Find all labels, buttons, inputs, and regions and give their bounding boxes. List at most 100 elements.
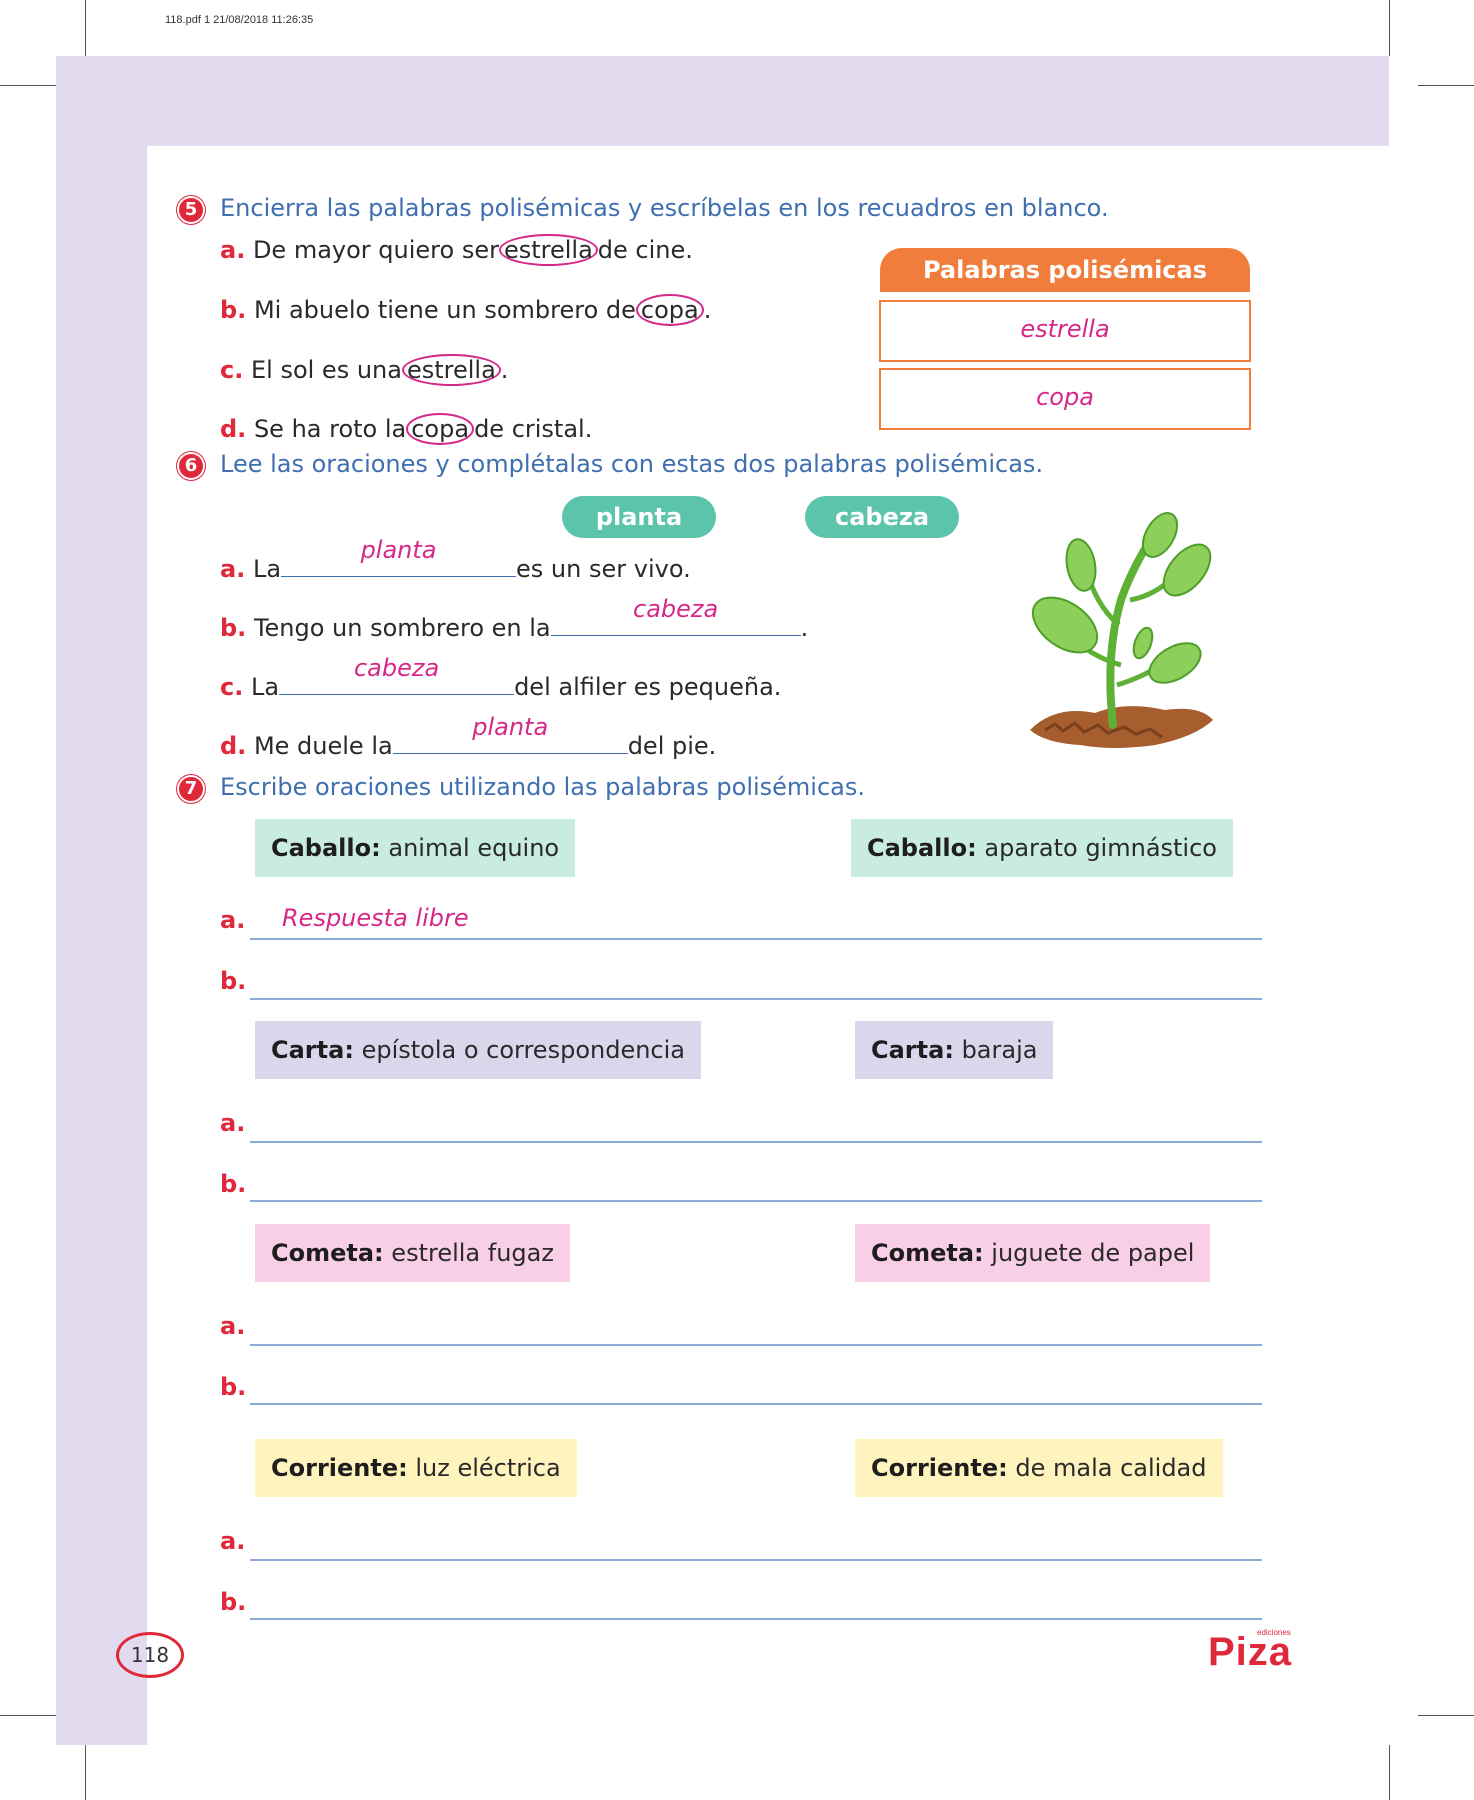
- term: Carta:: [271, 1036, 354, 1064]
- crop-mark: [85, 0, 86, 56]
- header-band: [56, 56, 1389, 146]
- definition-box-right: Carta: baraja: [855, 1021, 1054, 1079]
- crop-mark: [1418, 85, 1474, 86]
- term: Carta:: [871, 1036, 954, 1064]
- term: Caballo:: [867, 834, 977, 862]
- sentence-end: es un ser vivo.: [516, 555, 691, 583]
- item-label: a.: [220, 555, 246, 583]
- word-chip-planta: planta: [562, 496, 716, 538]
- q5-item-c: c. El sol es una estrella.: [220, 354, 509, 386]
- q6-item-c: c. La cabeza del alfiler es pequeña.: [220, 654, 782, 701]
- question-number-7: 7: [179, 777, 203, 801]
- sentence-end: .: [703, 296, 712, 324]
- definition: baraja: [961, 1036, 1038, 1064]
- question-number-6: 6: [179, 454, 203, 478]
- crop-mark: [0, 1715, 56, 1716]
- definition: animal equino: [388, 834, 560, 862]
- line-label: a.: [220, 906, 246, 934]
- publisher-logo: Piza: [1208, 1630, 1293, 1674]
- sentence-start: La: [250, 673, 280, 701]
- line-label: b.: [220, 1170, 247, 1198]
- sentence-end: de cristal.: [474, 415, 593, 443]
- line-label: b.: [220, 967, 247, 995]
- sentence-start: Tengo un sombrero en la: [253, 614, 551, 642]
- definition-box-left: Cometa: estrella fugaz: [255, 1224, 570, 1282]
- item-label: b.: [220, 296, 247, 324]
- circled-word: copa: [635, 294, 704, 326]
- sentence-end: .: [500, 356, 509, 384]
- writing-line[interactable]: [250, 1198, 1262, 1202]
- answer-blank[interactable]: planta: [392, 713, 628, 754]
- term: Corriente:: [271, 1454, 408, 1482]
- circled-word: copa: [406, 413, 475, 445]
- answer-blank[interactable]: cabeza: [550, 595, 801, 636]
- line-label: a.: [220, 1312, 246, 1340]
- sentence-end: .: [800, 614, 809, 642]
- definition-box-left: Carta: epístola o correspondencia: [255, 1021, 701, 1079]
- writing-line[interactable]: [250, 1616, 1262, 1620]
- answer-text: cabeza: [633, 595, 719, 623]
- definition: juguete de papel: [991, 1239, 1195, 1267]
- answer-text: cabeza: [353, 654, 440, 682]
- sample-answer: Respuesta libre: [282, 904, 469, 932]
- item-label: a.: [220, 236, 246, 264]
- writing-line[interactable]: [250, 996, 1262, 1000]
- term: Caballo:: [271, 834, 381, 862]
- definition: epístola o correspondencia: [361, 1036, 685, 1064]
- answer-text: planta: [472, 713, 549, 741]
- definition: estrella fugaz: [391, 1239, 554, 1267]
- definition: luz eléctrica: [415, 1454, 561, 1482]
- definition-box-right: Caballo: aparato gimnástico: [851, 819, 1233, 877]
- q5-instruction: Encierra las palabras polisémicas y escr…: [220, 194, 1109, 222]
- definition-box-right: Cometa: juguete de papel: [855, 1224, 1211, 1282]
- sentence-end: del alfiler es pequeña.: [514, 673, 782, 701]
- line-label: a.: [220, 1527, 246, 1555]
- word-chip-cabeza: cabeza: [805, 496, 959, 538]
- question-number-5: 5: [179, 198, 203, 222]
- sentence-start: Me duele la: [253, 732, 393, 760]
- item-label: c.: [220, 673, 244, 701]
- sentence-end: del pie.: [627, 732, 717, 760]
- q7-instruction: Escribe oraciones utilizando las palabra…: [220, 773, 865, 801]
- line-label: b.: [220, 1588, 247, 1616]
- writing-line[interactable]: [250, 936, 1262, 940]
- pdf-stamp: 118.pdf 1 21/08/2018 11:26:35: [165, 14, 314, 26]
- answer-blank[interactable]: cabeza: [279, 654, 515, 695]
- q5-item-d: d. Se ha roto la copa de cristal.: [220, 413, 593, 445]
- sentence-start: Se ha roto la: [253, 415, 407, 443]
- side-band: [56, 56, 147, 1745]
- answer-blank[interactable]: planta: [281, 536, 517, 577]
- answer-text: planta: [360, 536, 437, 564]
- line-label: b.: [220, 1373, 247, 1401]
- leaf: [1148, 642, 1202, 684]
- definition-box-left: Corriente: luz eléctrica: [255, 1439, 577, 1497]
- polysemic-answer-box[interactable]: estrella: [879, 300, 1251, 362]
- crop-mark: [85, 1745, 86, 1800]
- plant-illustration: [1030, 512, 1213, 748]
- q6-item-a: a. La planta es un ser vivo.: [220, 536, 691, 583]
- sentence-end: de cine.: [597, 236, 693, 264]
- crop-mark: [1389, 1745, 1390, 1800]
- writing-line[interactable]: [250, 1557, 1262, 1561]
- writing-line[interactable]: [250, 1401, 1262, 1405]
- circled-word: estrella: [498, 234, 598, 266]
- sentence-start: La: [252, 555, 282, 583]
- writing-line[interactable]: [250, 1139, 1262, 1143]
- line-label: a.: [220, 1109, 246, 1137]
- term: Corriente:: [871, 1454, 1008, 1482]
- crop-mark: [1418, 1715, 1474, 1716]
- definition-box-left: Caballo: animal equino: [255, 819, 576, 877]
- circled-word: estrella: [401, 354, 501, 386]
- polysemic-answer-box[interactable]: copa: [879, 368, 1251, 430]
- q6-item-b: b. Tengo un sombrero en la cabeza.: [220, 595, 809, 642]
- definition: aparato gimnástico: [984, 834, 1217, 862]
- leaf: [1132, 626, 1154, 660]
- sentence-start: De mayor quiero ser: [252, 236, 499, 264]
- crop-mark: [1389, 0, 1390, 56]
- definition: de mala calidad: [1015, 1454, 1207, 1482]
- writing-line[interactable]: [250, 1342, 1262, 1346]
- polysemic-box-title: Palabras polisémicas: [880, 248, 1250, 292]
- sentence-start: Mi abuelo tiene un sombrero de: [253, 296, 636, 324]
- q6-item-d: d. Me duele la planta del pie.: [220, 713, 717, 760]
- sentence-start: El sol es una: [250, 356, 402, 384]
